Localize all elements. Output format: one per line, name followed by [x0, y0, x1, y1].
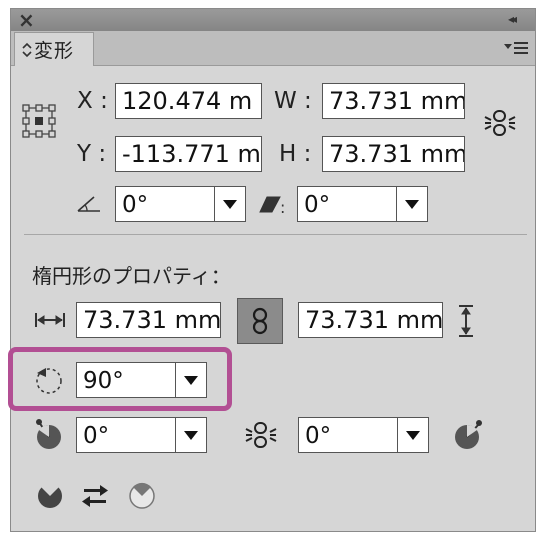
shear-angle-dropdown[interactable]: 0° — [297, 186, 428, 222]
chevron-down-icon[interactable] — [397, 418, 428, 452]
link-icon — [252, 307, 268, 335]
chevron-down-icon[interactable] — [214, 187, 245, 221]
pie-start-angle-dropdown[interactable]: 0° — [76, 417, 207, 453]
pie-outline-icon[interactable] — [126, 480, 158, 512]
w-label: W : — [274, 88, 312, 114]
constrain-pie-angles-icon[interactable] — [243, 420, 279, 450]
ellipse-rotation-dropdown[interactable]: 90° — [76, 362, 207, 398]
constrain-proportions-icon[interactable] — [482, 108, 518, 138]
pie-start-angle-value: 0° — [83, 423, 110, 449]
ellipse-height-icon — [459, 305, 473, 337]
y-field[interactable]: -113.771 m — [115, 136, 262, 172]
panel-titlebar[interactable] — [11, 9, 535, 31]
y-label: Y : — [77, 141, 107, 167]
shear-icon: : — [259, 196, 285, 216]
ellipse-rotation-value: 90° — [83, 368, 124, 394]
pie-end-angle-dropdown[interactable]: 0° — [298, 417, 429, 453]
ellipse-width-field[interactable]: 73.731 mm — [76, 302, 221, 338]
angle-icon — [77, 196, 100, 212]
svg-text::: : — [280, 198, 285, 216]
h-field[interactable]: 73.731 mm — [322, 136, 465, 172]
close-icon[interactable]: × — [18, 8, 35, 32]
ellipse-rotation-icon — [36, 368, 62, 394]
tab-transform-label: 変形 — [22, 36, 74, 63]
rotate-angle-value: 0° — [122, 192, 149, 218]
section-divider — [24, 234, 527, 235]
collapse-icon[interactable]: ◂◂ — [508, 12, 517, 26]
pie-start-angle-icon — [36, 419, 61, 449]
invert-pie-icon[interactable] — [34, 480, 66, 512]
x-label: X : — [77, 88, 108, 114]
rotate-angle-dropdown[interactable]: 0° — [115, 186, 246, 222]
panel-menu-icon[interactable] — [503, 40, 529, 56]
chevron-down-icon[interactable] — [396, 187, 427, 221]
pie-end-angle-icon — [455, 420, 482, 449]
shear-angle-value: 0° — [304, 192, 331, 218]
expand-arrows-icon — [22, 42, 32, 58]
chevron-down-icon[interactable] — [175, 418, 206, 452]
h-label: H : — [279, 141, 312, 167]
reference-point-icon[interactable] — [22, 104, 56, 138]
constrain-ellipse-button[interactable] — [237, 298, 283, 344]
x-field[interactable]: 120.474 m — [115, 83, 262, 119]
ellipse-height-field[interactable]: 73.731 mm — [298, 302, 443, 338]
swap-arrows-icon[interactable] — [80, 483, 110, 509]
chevron-down-icon[interactable] — [175, 363, 206, 397]
ellipse-width-icon — [35, 313, 65, 327]
pie-end-angle-value: 0° — [305, 423, 332, 449]
ellipse-section-title: 楕円形のプロパティ： — [32, 264, 231, 288]
w-field[interactable]: 73.731 mm — [322, 83, 465, 119]
